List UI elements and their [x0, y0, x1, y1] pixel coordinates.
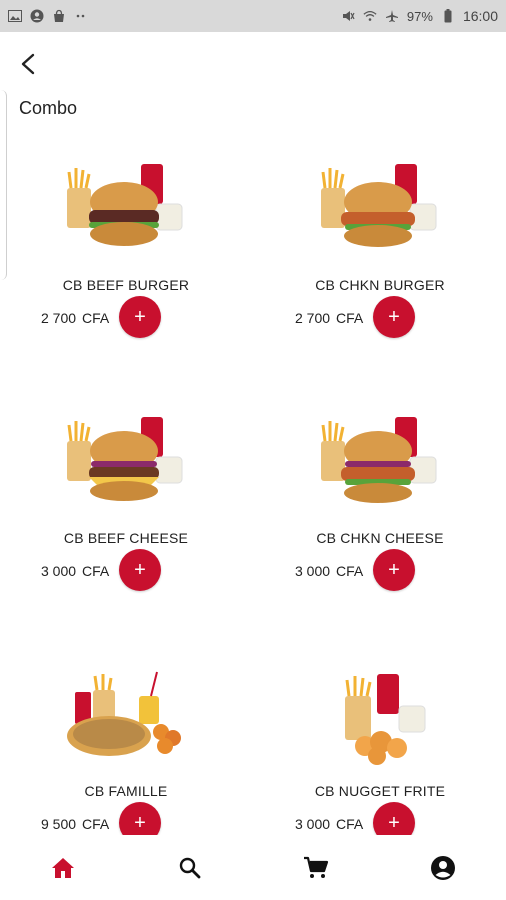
- back-button[interactable]: [14, 50, 42, 78]
- nav-account[interactable]: [423, 848, 463, 888]
- side-drawer-edge[interactable]: [0, 90, 7, 280]
- product-name: CB NUGGET FRITE: [314, 783, 446, 799]
- nugget-fries-combo-icon: [345, 674, 426, 765]
- family-pizza-combo-icon: [67, 671, 181, 756]
- product-name: CB CHKN CHEESE: [316, 530, 444, 546]
- chicken-burger-combo-icon: [321, 164, 437, 247]
- product-name: CB CHKN BURGER: [315, 277, 445, 293]
- battery-icon: [441, 9, 455, 23]
- nav-cart[interactable]: [296, 848, 336, 888]
- gallery-icon: [8, 9, 22, 23]
- status-left: [8, 9, 88, 23]
- battery-percent: 97%: [406, 8, 433, 24]
- bottom-nav: [0, 835, 506, 900]
- product-name: CB FAMILLE: [84, 783, 168, 799]
- shopping-bag-icon: [52, 9, 66, 23]
- search-icon: [179, 857, 201, 878]
- cheese-burger-combo-icon: [67, 417, 183, 501]
- price-currency: CFA: [336, 310, 364, 326]
- price-value: 2 700: [295, 310, 331, 326]
- account-icon: [430, 855, 455, 880]
- nav-home[interactable]: [43, 848, 83, 888]
- add-to-cart-button[interactable]: +: [119, 549, 161, 591]
- add-to-cart-button[interactable]: +: [119, 296, 161, 338]
- status-right: 97% 16:00: [341, 8, 498, 24]
- product-card[interactable]: CB BEEF BURGER 2 700 CFA +: [26, 160, 226, 360]
- price-currency: CFA: [82, 310, 110, 326]
- status-bar: 97% 16:00: [0, 0, 506, 32]
- price-value: 3 000: [41, 563, 77, 579]
- product-price: 2 700 CFA: [41, 310, 109, 326]
- arrow-back-icon: [21, 53, 35, 75]
- more-dots-icon: [74, 9, 88, 23]
- product-price: 2 700 CFA: [295, 310, 363, 326]
- price-currency: CFA: [336, 563, 364, 579]
- price-value: 9 500: [41, 816, 77, 832]
- add-to-cart-button[interactable]: +: [373, 549, 415, 591]
- account-circle-icon: [30, 9, 44, 23]
- chicken-cheese-combo-icon: [321, 417, 437, 503]
- page-title: Combo: [19, 98, 78, 118]
- mute-icon: [341, 9, 355, 23]
- wifi-icon: [363, 9, 377, 23]
- status-time: 16:00: [462, 8, 498, 24]
- product-price: 3 000 CFA: [295, 563, 363, 579]
- product-price: 9 500 CFA: [41, 816, 109, 832]
- product-name: CB BEEF CHEESE: [63, 530, 189, 546]
- add-to-cart-button[interactable]: +: [373, 296, 415, 338]
- product-card[interactable]: CB BEEF CHEESE 3 000 CFA +: [26, 413, 226, 613]
- home-icon: [52, 857, 75, 878]
- airplane-icon: [385, 9, 399, 23]
- nav-search[interactable]: [170, 848, 210, 888]
- product-price: 3 000 CFA: [41, 563, 109, 579]
- product-card[interactable]: CB CHKN BURGER 2 700 CFA +: [280, 160, 480, 360]
- price-value: 3 000: [295, 816, 331, 832]
- price-value: 3 000: [295, 563, 331, 579]
- price-value: 2 700: [41, 310, 77, 326]
- burger-combo-icon: [67, 164, 183, 246]
- product-price: 3 000 CFA: [295, 816, 363, 832]
- cart-icon: [304, 856, 329, 878]
- product-card[interactable]: CB CHKN CHEESE 3 000 CFA +: [280, 413, 480, 613]
- product-name: CB BEEF BURGER: [62, 277, 190, 293]
- price-currency: CFA: [336, 816, 364, 832]
- price-currency: CFA: [82, 816, 110, 832]
- price-currency: CFA: [82, 563, 110, 579]
